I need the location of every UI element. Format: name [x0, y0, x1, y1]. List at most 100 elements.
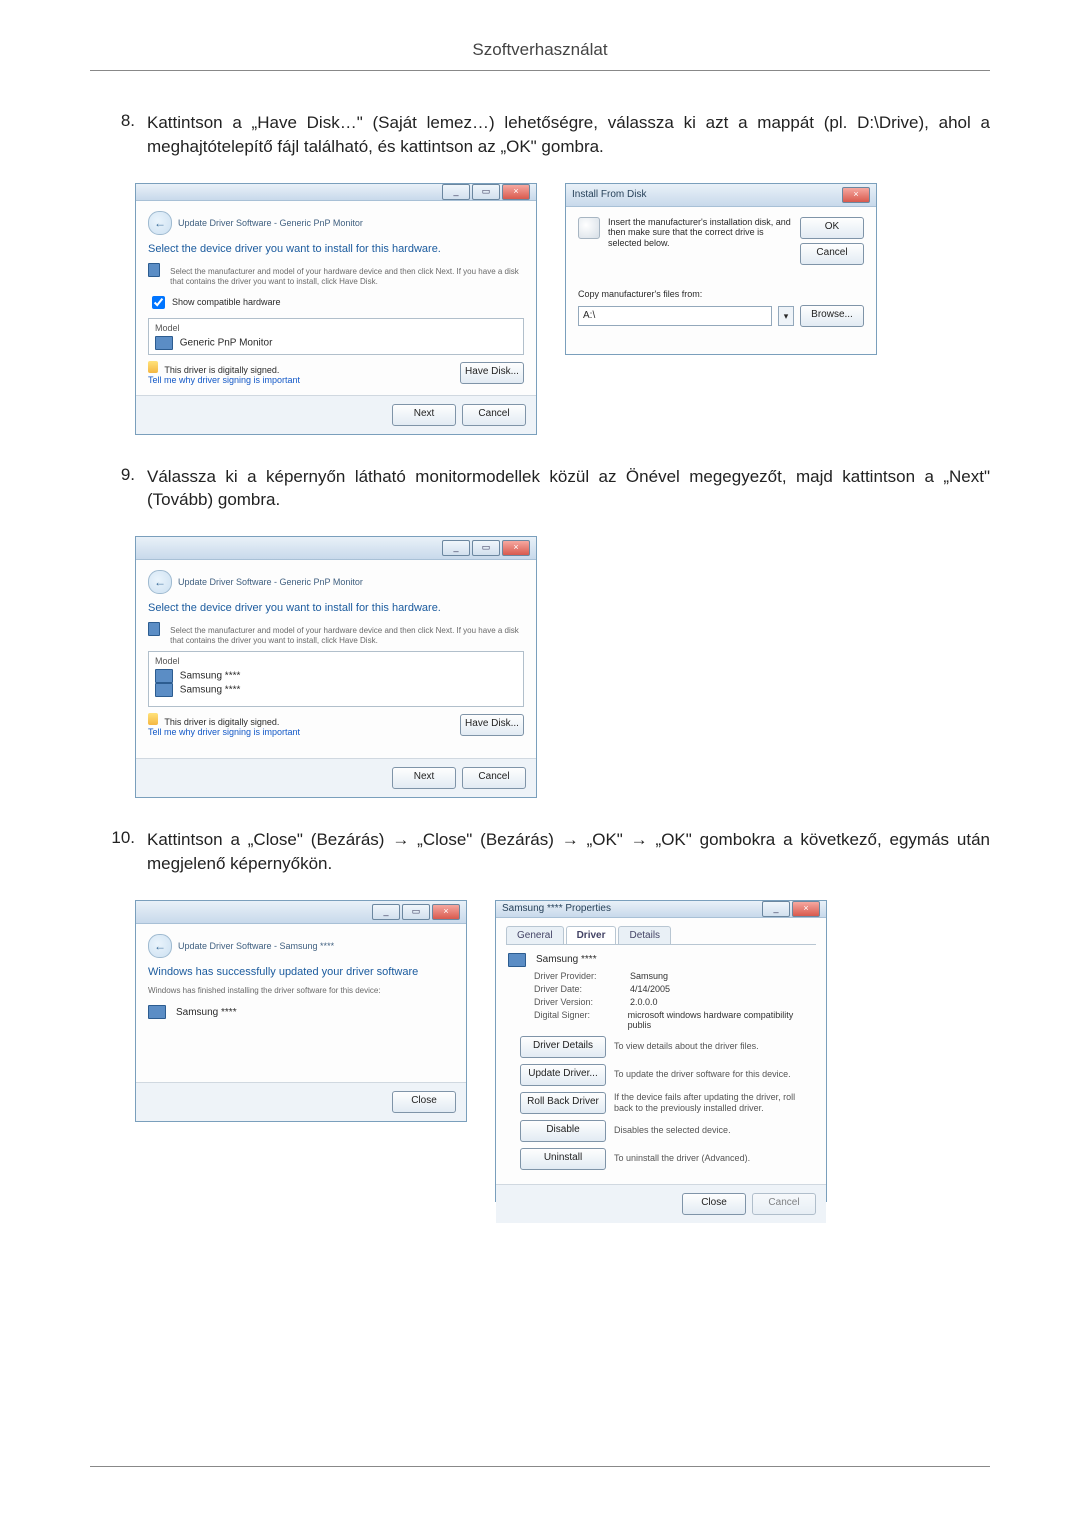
- copy-from-label: Copy manufacturer's files from:: [578, 289, 864, 299]
- uninstall-button[interactable]: Uninstall: [520, 1148, 606, 1170]
- next-button[interactable]: Next: [392, 767, 456, 789]
- dialog-titlebar: Samsung **** Properties _ ×: [496, 901, 826, 918]
- back-icon[interactable]: ←: [148, 211, 172, 235]
- model-listbox[interactable]: Model Samsung **** Samsung ****: [148, 651, 524, 707]
- compatible-label: Show compatible hardware: [172, 297, 281, 307]
- breadcrumb-text: Update Driver Software - Generic PnP Mon…: [178, 577, 363, 587]
- breadcrumb: ← Update Driver Software - Samsung ****: [148, 934, 454, 958]
- window-close-icon[interactable]: ×: [792, 901, 820, 917]
- update-driver-button[interactable]: Update Driver...: [520, 1064, 606, 1086]
- step-9: 9. Válassza ki a képernyőn látható monit…: [90, 465, 990, 513]
- page-title: Szoftverhasználat: [90, 0, 990, 60]
- dialog-note: Windows has finished installing the driv…: [148, 986, 454, 996]
- prop-version-k: Driver Version:: [534, 997, 620, 1007]
- back-icon[interactable]: ←: [148, 570, 172, 594]
- cancel-button[interactable]: Cancel: [800, 243, 864, 265]
- window-close-icon[interactable]: ×: [842, 187, 870, 203]
- have-disk-button[interactable]: Have Disk...: [460, 714, 524, 736]
- window-max-icon[interactable]: ▭: [472, 540, 500, 556]
- model-listbox-item[interactable]: Generic PnP Monitor: [155, 336, 517, 350]
- dialog-note: Select the manufacturer and model of you…: [170, 267, 524, 286]
- driver-details-desc: To view details about the driver files.: [614, 1041, 814, 1052]
- window-close-icon[interactable]: ×: [502, 184, 530, 200]
- monitor-icon: [155, 336, 173, 350]
- properties-dialog: Samsung **** Properties _ × General Driv…: [495, 900, 827, 1202]
- signed-link[interactable]: Tell me why driver signing is important: [148, 375, 300, 385]
- signed-text: This driver is digitally signed.: [164, 717, 279, 727]
- step-9-text: Válassza ki a képernyőn látható monitorm…: [147, 465, 990, 513]
- compatible-checkbox[interactable]: [152, 296, 165, 309]
- driver-details-button[interactable]: Driver Details: [520, 1036, 606, 1058]
- prop-signer-k: Digital Signer:: [534, 1010, 618, 1030]
- disable-desc: Disables the selected device.: [614, 1125, 814, 1136]
- window-min-icon[interactable]: _: [442, 184, 470, 200]
- device-name: Samsung ****: [176, 1007, 237, 1018]
- cancel-button[interactable]: Cancel: [462, 404, 526, 426]
- model-listbox-item[interactable]: Samsung ****: [155, 683, 517, 697]
- tab-driver[interactable]: Driver: [566, 926, 617, 944]
- device-name: Samsung ****: [536, 954, 597, 965]
- close-button[interactable]: Close: [392, 1091, 456, 1113]
- window-min-icon[interactable]: _: [762, 901, 790, 917]
- breadcrumb: ← Update Driver Software - Generic PnP M…: [148, 570, 524, 594]
- next-button[interactable]: Next: [392, 404, 456, 426]
- dropdown-icon[interactable]: ▾: [778, 306, 794, 326]
- monitor-icon: [148, 1005, 166, 1019]
- step-10-number: 10.: [90, 828, 147, 876]
- prop-date-v: 4/14/2005: [630, 984, 670, 994]
- update-driver-desc: To update the driver software for this d…: [614, 1069, 814, 1080]
- header-rule: [90, 70, 990, 71]
- browse-button[interactable]: Browse...: [800, 305, 864, 327]
- window-max-icon[interactable]: ▭: [402, 904, 430, 920]
- dialog-heading: Select the device driver you want to ins…: [148, 243, 524, 255]
- monitor-icon: [508, 953, 526, 967]
- disable-button[interactable]: Disable: [520, 1120, 606, 1142]
- model-listbox[interactable]: Model Generic PnP Monitor: [148, 318, 524, 355]
- step-9-number: 9.: [90, 465, 147, 513]
- breadcrumb: ← Update Driver Software - Generic PnP M…: [148, 211, 524, 235]
- model-listbox-label: Model: [155, 656, 517, 666]
- shield-icon: [148, 713, 158, 725]
- window-min-icon[interactable]: _: [442, 540, 470, 556]
- footer-rule: [90, 1466, 990, 1467]
- model-listbox-item-label: Samsung ****: [180, 671, 241, 682]
- update-success-dialog: _ ▭ × ← Update Driver Software - Samsung…: [135, 900, 467, 1122]
- monitor-icon: [155, 669, 173, 683]
- step-10-figures: _ ▭ × ← Update Driver Software - Samsung…: [90, 900, 990, 1202]
- signed-text: This driver is digitally signed.: [164, 365, 279, 375]
- tab-details[interactable]: Details: [618, 926, 671, 944]
- window-min-icon[interactable]: _: [372, 904, 400, 920]
- step-10-text: Kattintson a „Close" (Bezárás) → „Close"…: [147, 828, 990, 876]
- step-8: 8. Kattintson a „Have Disk…" (Saját leme…: [90, 111, 990, 159]
- path-input[interactable]: A:\: [578, 306, 772, 326]
- model-listbox-item[interactable]: Samsung ****: [155, 669, 517, 683]
- select-model-dialog: _ ▭ × ← Update Driver Software - Generic…: [135, 536, 537, 798]
- dialog-titlebar: _ ▭ ×: [136, 537, 536, 560]
- have-disk-button[interactable]: Have Disk...: [460, 362, 524, 384]
- dialog-titlebar: Install From Disk ×: [566, 184, 876, 207]
- signed-link[interactable]: Tell me why driver signing is important: [148, 727, 300, 737]
- window-max-icon[interactable]: ▭: [472, 184, 500, 200]
- model-listbox-item-label: Samsung ****: [180, 685, 241, 696]
- cancel-button: Cancel: [752, 1193, 816, 1215]
- back-icon[interactable]: ←: [148, 934, 172, 958]
- prop-provider-v: Samsung: [630, 971, 668, 981]
- dialog-note: Select the manufacturer and model of you…: [170, 626, 524, 645]
- ok-button[interactable]: OK: [800, 217, 864, 239]
- prop-date-k: Driver Date:: [534, 984, 620, 994]
- tab-general[interactable]: General: [506, 926, 564, 944]
- rollback-driver-button[interactable]: Roll Back Driver: [520, 1092, 606, 1114]
- properties-tabbar: General Driver Details: [506, 926, 816, 945]
- rollback-driver-desc: If the device fails after updating the d…: [614, 1092, 814, 1114]
- cancel-button[interactable]: Cancel: [462, 767, 526, 789]
- monitor-icon: [155, 683, 173, 697]
- dialog-title: Samsung **** Properties: [502, 903, 611, 914]
- close-button[interactable]: Close: [682, 1193, 746, 1215]
- prop-version-v: 2.0.0.0: [630, 997, 658, 1007]
- dialog-heading: Select the device driver you want to ins…: [148, 602, 524, 614]
- window-close-icon[interactable]: ×: [432, 904, 460, 920]
- uninstall-desc: To uninstall the driver (Advanced).: [614, 1153, 814, 1164]
- dialog-heading: Windows has successfully updated your dr…: [148, 966, 454, 978]
- window-close-icon[interactable]: ×: [502, 540, 530, 556]
- step-10: 10. Kattintson a „Close" (Bezárás) → „Cl…: [90, 828, 990, 876]
